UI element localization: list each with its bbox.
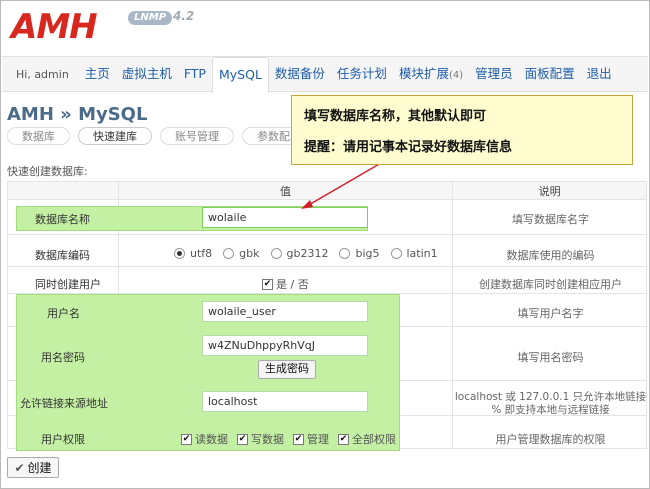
label-username: 用户名 <box>47 307 80 320</box>
label-encoding: 数据库编码 <box>35 249 90 262</box>
create-user-label: 是 / 否 <box>276 278 309 291</box>
radio-gbk[interactable] <box>223 248 235 259</box>
label-privileges: 用户权限 <box>41 433 85 446</box>
priv-write-checkbox[interactable]: ✔ <box>237 433 248 445</box>
priv-manage-checkbox[interactable]: ✔ <box>293 433 304 445</box>
password-input[interactable]: w4ZNuDhppyRhVqJ <box>202 335 368 356</box>
annotation-callout: 填写数据库名称，其他默认即可 提醒：请用记事本记录好数据库信息 <box>291 95 633 165</box>
callout-line1: 填写数据库名称，其他默认即可 <box>304 109 487 124</box>
priv-manage-label: 管理 <box>307 433 329 446</box>
desc-password: 填写用名密码 <box>517 351 584 364</box>
callout-line2: 提醒：请用记事本记录好数据库信息 <box>304 140 513 155</box>
radio-gb2312-label: gb2312 <box>286 247 329 260</box>
desc-username: 填写用户名字 <box>517 307 584 320</box>
desc-host-remote: % 即支持本地与远程链接 <box>491 404 610 416</box>
desc-create-user: 创建数据库同时创建相应用户 <box>479 278 622 291</box>
create-button-label: 创建 <box>27 461 52 475</box>
create-button[interactable]: ✔ 创建 <box>7 457 59 478</box>
priv-all-label: 全部权限 <box>352 433 396 446</box>
desc-encoding: 数据库使用的编码 <box>506 249 595 262</box>
radio-utf8-label: utf8 <box>190 247 213 260</box>
create-user-checkbox[interactable]: ✔ <box>262 278 273 290</box>
priv-read-label: 读数据 <box>195 433 228 446</box>
label-password: 用名密码 <box>41 351 85 364</box>
priv-read-checkbox[interactable]: ✔ <box>181 433 192 445</box>
privileges-group: ✔ 读数据 ✔ 写数据 ✔ 管理 ✔ 全部权限 <box>181 431 396 447</box>
generate-password-button[interactable]: 生成密码 <box>258 360 316 379</box>
priv-write-label: 写数据 <box>251 433 284 446</box>
username-input[interactable]: wolaile_user <box>202 301 368 322</box>
radio-latin1-label: latin1 <box>406 247 438 260</box>
encoding-radio-group: utf8 gbk gb2312 big5 latin1 <box>174 247 438 260</box>
label-create-user: 同时创建用户 <box>35 278 101 291</box>
radio-gb2312[interactable] <box>270 248 282 259</box>
radio-utf8[interactable] <box>174 248 185 259</box>
radio-big5[interactable] <box>339 248 351 259</box>
create-user-toggle: ✔ 是 / 否 <box>262 276 309 292</box>
label-host: 允许链接来源地址 <box>20 397 108 410</box>
radio-big5-label: big5 <box>355 247 380 260</box>
host-input[interactable]: localhost <box>202 391 368 412</box>
radio-latin1[interactable] <box>390 248 402 259</box>
desc-privileges: 用户管理数据库的权限 <box>495 433 606 446</box>
check-icon: ✔ <box>14 460 25 475</box>
radio-gbk-label: gbk <box>239 247 260 260</box>
priv-all-checkbox[interactable]: ✔ <box>338 433 349 445</box>
